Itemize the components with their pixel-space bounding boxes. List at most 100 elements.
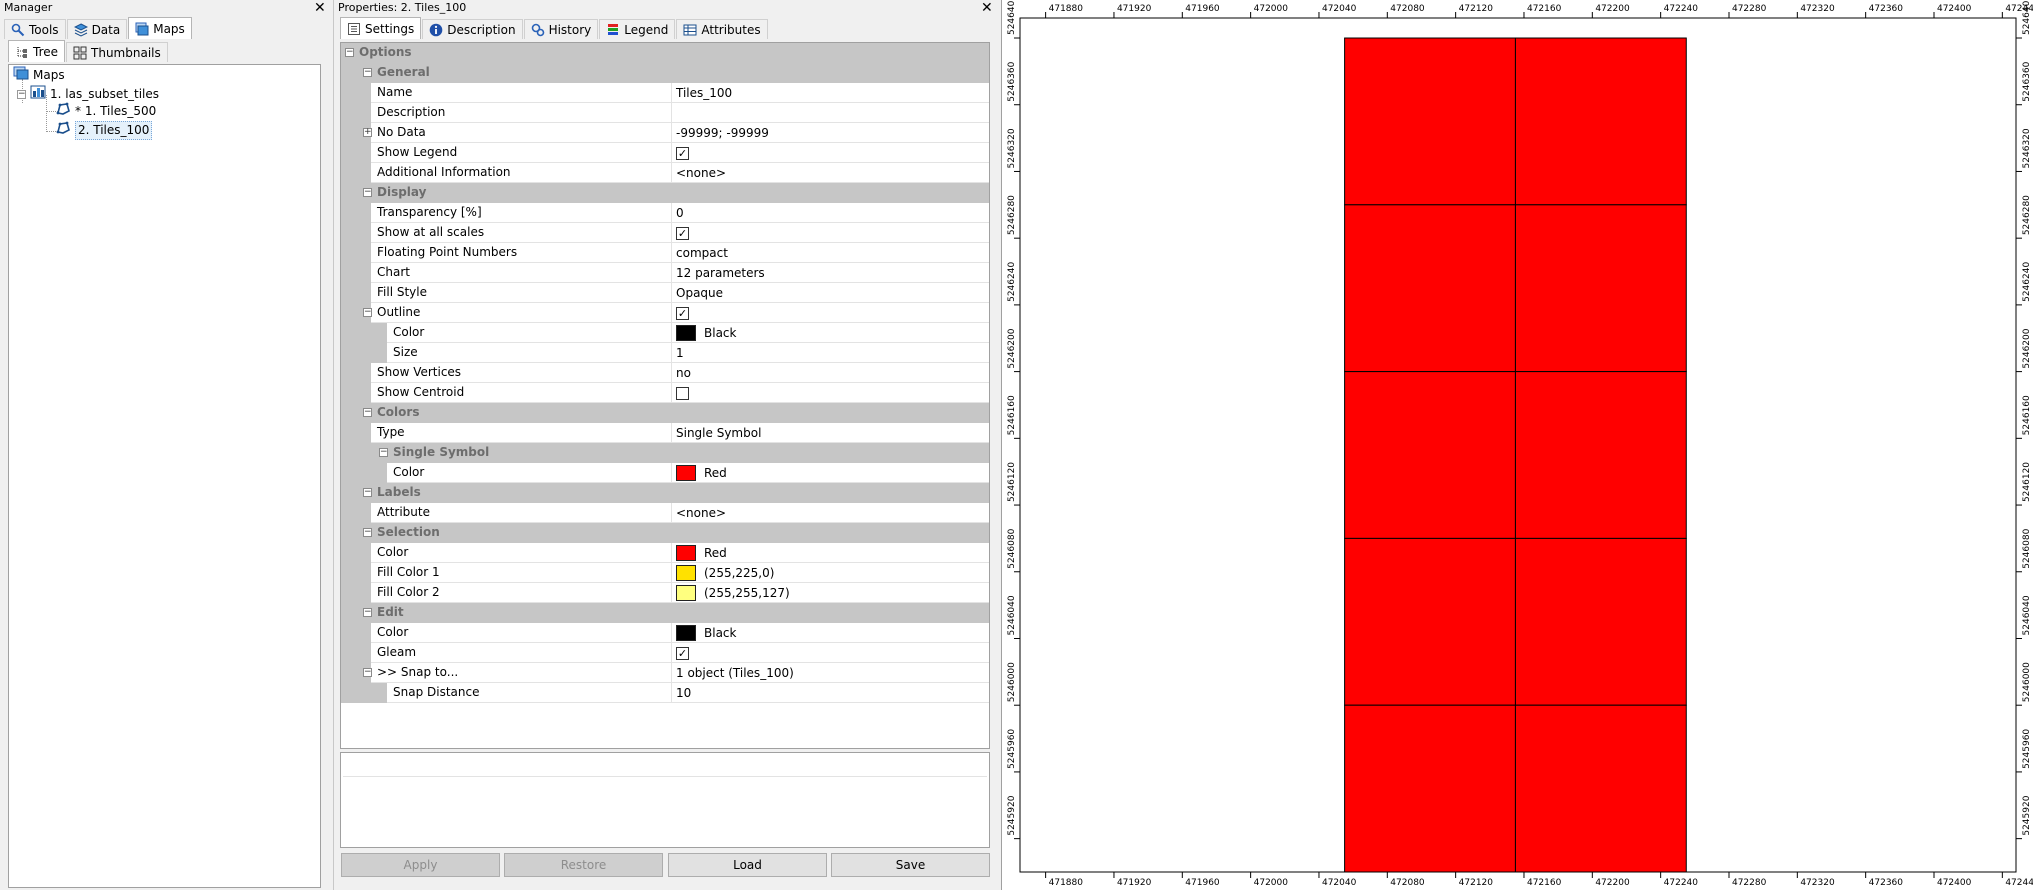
property-row[interactable]: − >> Snap to... 1 object (Tiles_100) — [341, 663, 989, 683]
map-view[interactable]: 471880 471880 471920 471920 471960 471960 4720… — [1001, 0, 2033, 890]
tile-polygon[interactable] — [1514, 704, 1687, 873]
tab-attributes[interactable]: Attributes — [676, 19, 768, 39]
property-row[interactable]: Fill Style Opaque — [341, 283, 989, 303]
property-value[interactable]: no — [671, 363, 989, 383]
property-row[interactable]: Color Black — [341, 323, 989, 343]
collapse-icon[interactable]: − — [379, 448, 388, 457]
save-button[interactable]: Save — [831, 853, 990, 877]
property-value[interactable] — [671, 103, 989, 123]
tile-polygon[interactable] — [1344, 37, 1516, 206]
apply-button[interactable]: Apply — [341, 853, 500, 877]
tile-polygon[interactable] — [1344, 704, 1516, 873]
tile-polygon[interactable] — [1344, 537, 1516, 706]
property-row[interactable]: Show Centroid — [341, 383, 989, 403]
restore-button[interactable]: Restore — [504, 853, 663, 877]
collapse-icon[interactable]: − — [17, 90, 26, 99]
property-value[interactable]: Red — [671, 463, 989, 483]
property-row[interactable]: Color Black — [341, 623, 989, 643]
collapse-icon[interactable]: − — [345, 48, 354, 57]
property-row[interactable]: Type Single Symbol — [341, 423, 989, 443]
property-value[interactable]: 0 — [671, 203, 989, 223]
property-category[interactable]: − Labels — [341, 483, 989, 503]
property-row[interactable]: − Outline ✓ — [341, 303, 989, 323]
tab-data[interactable]: Data — [66, 19, 128, 39]
property-value[interactable]: 1 — [671, 343, 989, 363]
property-row[interactable]: Additional Information <none> — [341, 163, 989, 183]
property-row[interactable]: Size 1 — [341, 343, 989, 363]
property-row[interactable]: Color Red — [341, 463, 989, 483]
property-row[interactable]: Color Red — [341, 543, 989, 563]
property-row[interactable]: Snap Distance 10 — [341, 683, 989, 703]
tab-maps[interactable]: Maps — [128, 17, 192, 39]
property-row[interactable]: Show Vertices no — [341, 363, 989, 383]
property-category[interactable]: − Single Symbol — [341, 443, 989, 463]
property-value[interactable]: Tiles_100 — [671, 83, 989, 103]
checkbox-checked[interactable]: ✓ — [676, 226, 689, 240]
property-row[interactable]: Fill Color 1 (255,225,0) — [341, 563, 989, 583]
color-swatch[interactable] — [676, 325, 696, 341]
property-row[interactable]: + No Data -99999; -99999 — [341, 123, 989, 143]
property-category[interactable]: − Display — [341, 183, 989, 203]
tree-item-layer-tiles-500[interactable]: * 1. Tiles_500 — [55, 102, 156, 120]
tile-polygon[interactable] — [1514, 37, 1687, 206]
tile-polygon[interactable] — [1344, 371, 1516, 539]
property-category[interactable]: − General — [341, 63, 989, 83]
map-canvas[interactable]: 471880 471880 471920 471920 471960 471960 4720… — [1002, 0, 2033, 890]
tab-tools[interactable]: Tools — [4, 19, 66, 39]
expand-icon[interactable]: + — [363, 128, 372, 137]
color-swatch[interactable] — [676, 625, 696, 641]
property-row[interactable]: Name Tiles_100 — [341, 83, 989, 103]
property-row[interactable]: Show at all scales ✓ — [341, 223, 989, 243]
property-value[interactable]: ✓ — [671, 143, 989, 163]
collapse-icon[interactable]: − — [363, 408, 372, 417]
tile-polygon[interactable] — [1514, 371, 1687, 539]
color-swatch[interactable] — [676, 585, 696, 601]
checkbox-checked[interactable]: ✓ — [676, 646, 689, 660]
checkbox-checked[interactable]: ✓ — [676, 306, 689, 320]
tree-item-maps[interactable]: Maps — [13, 66, 65, 84]
property-value[interactable]: compact — [671, 243, 989, 263]
property-value[interactable]: ✓ — [671, 223, 989, 243]
collapse-icon[interactable]: − — [363, 68, 372, 77]
property-category[interactable]: − Selection — [341, 523, 989, 543]
property-value[interactable]: <none> — [671, 163, 989, 183]
color-swatch[interactable] — [676, 565, 696, 581]
collapse-icon[interactable]: − — [363, 608, 372, 617]
property-row[interactable]: Attribute <none> — [341, 503, 989, 523]
property-value[interactable]: ✓ — [671, 643, 989, 663]
subtab-tree[interactable]: Tree — [8, 40, 66, 62]
subtab-thumbnails[interactable]: Thumbnails — [66, 42, 168, 62]
property-row[interactable]: Chart 12 parameters — [341, 263, 989, 283]
property-value[interactable]: Black — [671, 323, 989, 343]
property-category[interactable]: − Edit — [341, 603, 989, 623]
checkbox-unchecked[interactable] — [676, 386, 689, 400]
property-row[interactable]: Transparency [%] 0 — [341, 203, 989, 223]
collapse-icon[interactable]: − — [363, 308, 372, 317]
tile-polygon[interactable] — [1514, 204, 1687, 373]
tab-settings[interactable]: Settings — [340, 17, 422, 39]
property-value[interactable]: Opaque — [671, 283, 989, 303]
tree-item-layer-tiles-100[interactable]: 2. Tiles_100 — [55, 121, 153, 140]
color-swatch[interactable] — [676, 545, 696, 561]
property-value[interactable]: <none> — [671, 503, 989, 523]
property-value[interactable] — [671, 383, 989, 403]
collapse-icon[interactable]: − — [363, 488, 372, 497]
property-value[interactable]: Black — [671, 623, 989, 643]
properties-close-icon[interactable]: ✕ — [981, 1, 993, 15]
property-row[interactable]: Description — [341, 103, 989, 123]
property-category[interactable]: − Colors — [341, 403, 989, 423]
tile-polygon[interactable] — [1344, 204, 1516, 373]
property-value[interactable]: 1 object (Tiles_100) — [671, 663, 989, 683]
load-button[interactable]: Load — [668, 853, 827, 877]
tab-legend[interactable]: Legend — [599, 19, 676, 39]
property-value[interactable]: Red — [671, 543, 989, 563]
property-row[interactable]: Floating Point Numbers compact — [341, 243, 989, 263]
manager-close-icon[interactable]: ✕ — [314, 1, 326, 15]
property-value[interactable]: 12 parameters — [671, 263, 989, 283]
property-row[interactable]: Show Legend ✓ — [341, 143, 989, 163]
property-category[interactable]: − Options — [341, 43, 989, 63]
property-value[interactable]: Single Symbol — [671, 423, 989, 443]
collapse-icon[interactable]: − — [363, 188, 372, 197]
property-value[interactable]: -99999; -99999 — [671, 123, 989, 143]
color-swatch[interactable] — [676, 465, 696, 481]
